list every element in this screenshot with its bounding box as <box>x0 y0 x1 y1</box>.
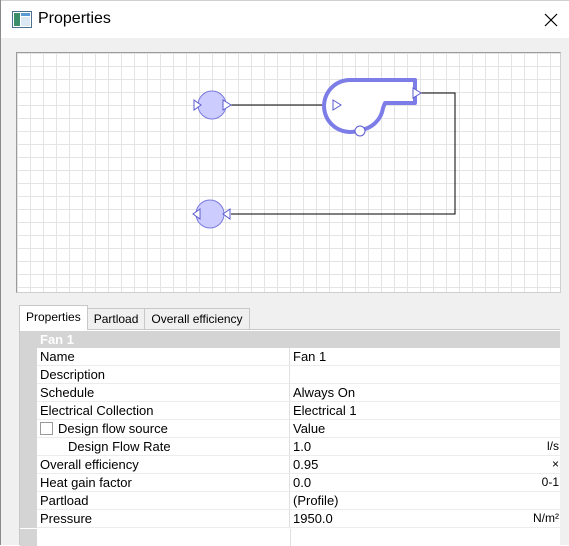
grid-empty-area <box>20 529 561 546</box>
property-value[interactable]: 0.95 × <box>290 456 561 474</box>
properties-app-icon <box>12 11 32 28</box>
property-value[interactable]: Value <box>290 420 561 438</box>
property-value[interactable]: 0.0 0-1 <box>290 474 561 492</box>
property-value[interactable]: 1.0 l/s <box>290 438 561 456</box>
grid-row-partload[interactable]: Partload (Profile) <box>20 492 561 510</box>
property-value[interactable] <box>290 366 561 384</box>
title-bar: Properties <box>1 0 569 38</box>
property-tabs: Properties Partload Overall efficiency <box>19 305 250 330</box>
window-title: Properties <box>38 10 111 27</box>
grid-row-design-flow-source[interactable]: Design flow source Value <box>20 420 561 438</box>
property-label: Design Flow Rate <box>37 438 290 456</box>
property-label: Description <box>37 366 290 384</box>
property-label: Design flow source <box>58 421 168 436</box>
grid-category-header[interactable]: Fan 1 <box>20 331 560 348</box>
outlet-node[interactable] <box>192 199 231 229</box>
component-diagram-canvas[interactable] <box>16 52 561 293</box>
unit-label: l/s <box>547 439 559 453</box>
grid-row-electrical-collection[interactable]: Electrical Collection Electrical 1 <box>20 402 561 420</box>
tab-partload[interactable]: Partload <box>86 308 146 330</box>
property-label: Name <box>37 348 290 366</box>
unit-label: 0-1 <box>541 475 559 489</box>
grid-row-description[interactable]: Description <box>20 366 561 384</box>
property-label: Schedule <box>37 384 290 402</box>
grid-row-overall-efficiency[interactable]: Overall efficiency 0.95 × <box>20 456 561 474</box>
unit-label: N/m² <box>533 511 559 525</box>
property-value[interactable]: (Profile) <box>290 492 561 510</box>
property-value[interactable]: Always On <box>290 384 561 402</box>
tab-overall-efficiency[interactable]: Overall efficiency <box>144 308 250 330</box>
grid-row-name[interactable]: Name Fan 1 <box>20 348 561 366</box>
property-value[interactable]: 1950.0 N/m² <box>290 510 561 528</box>
grid-row-pressure[interactable]: Pressure 1950.0 N/m² <box>20 510 561 528</box>
diagram-svg <box>192 77 456 229</box>
unit-label: × <box>551 457 559 471</box>
grid-row-heat-gain-factor[interactable]: Heat gain factor 0.0 0-1 <box>20 474 561 492</box>
close-button[interactable] <box>532 3 569 37</box>
properties-window: Properties Properties Partload Overall e… <box>0 0 569 546</box>
property-label: Pressure <box>37 510 290 528</box>
property-label: Overall efficiency <box>37 456 290 474</box>
expand-checkbox[interactable] <box>40 422 53 435</box>
grid-row-design-flow-rate[interactable]: Design Flow Rate 1.0 l/s <box>20 438 561 456</box>
inlet-node[interactable] <box>193 90 232 120</box>
close-icon <box>544 13 558 27</box>
property-value[interactable]: Electrical 1 <box>290 402 561 420</box>
property-label: Heat gain factor <box>37 474 290 492</box>
property-value[interactable]: Fan 1 <box>290 348 561 366</box>
grid-row-schedule[interactable]: Schedule Always On <box>20 384 561 402</box>
tab-properties[interactable]: Properties <box>19 305 88 330</box>
property-label: Electrical Collection <box>37 402 290 420</box>
property-grid: Fan 1 Name Fan 1 Description Schedule Al… <box>19 329 561 546</box>
fan-component[interactable] <box>322 77 422 137</box>
property-label: Partload <box>37 492 290 510</box>
